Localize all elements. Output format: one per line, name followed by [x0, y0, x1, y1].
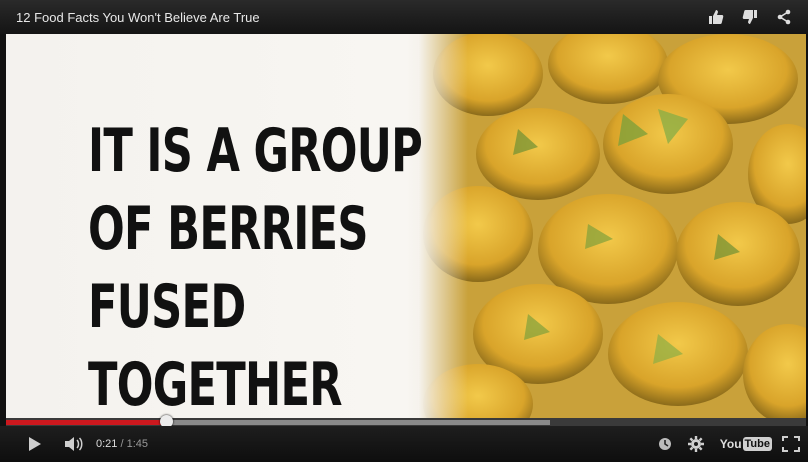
logo-tube: Tube — [742, 437, 772, 451]
clock-icon — [658, 438, 671, 450]
caption-line: TOGETHER — [88, 350, 343, 418]
video-frame[interactable]: IT IS A GROUP OF BERRIES FUSED TOGETHER — [6, 34, 806, 418]
fullscreen-button[interactable] — [782, 436, 800, 452]
volume-button[interactable] — [64, 436, 84, 452]
settings-button[interactable] — [687, 436, 704, 452]
youtube-logo[interactable]: You Tube — [720, 437, 772, 451]
time-display: 0:21 / 1:45 — [96, 438, 148, 450]
title-bar: 12 Food Facts You Won't Believe Are True — [0, 0, 808, 34]
thumbs-up-icon[interactable] — [706, 7, 726, 27]
play-icon — [29, 437, 41, 451]
caption-line: OF BERRIES — [88, 194, 368, 264]
time-separator: / — [117, 438, 127, 450]
control-bar: 0:21 / 1:45 You Tube — [0, 426, 808, 462]
share-icon[interactable] — [774, 7, 794, 27]
watch-later-button[interactable] — [658, 437, 672, 451]
fullscreen-icon — [782, 436, 800, 452]
top-actions — [706, 7, 794, 27]
video-title[interactable]: 12 Food Facts You Won't Believe Are True — [16, 10, 706, 25]
volume-icon — [65, 437, 83, 451]
video-caption: IT IS A GROUP OF BERRIES FUSED TOGETHER — [88, 112, 423, 418]
gear-icon — [687, 436, 704, 452]
thumbs-down-icon[interactable] — [740, 7, 760, 27]
progress-played — [6, 420, 166, 425]
caption-line: FUSED — [88, 272, 246, 342]
progress-bar[interactable] — [6, 415, 806, 428]
play-button[interactable] — [26, 436, 42, 452]
pineapple-image — [418, 34, 806, 418]
logo-you: You — [719, 437, 742, 451]
duration: 1:45 — [126, 438, 149, 450]
video-player[interactable]: 12 Food Facts You Won't Believe Are True — [0, 0, 808, 462]
current-time: 0:21 — [96, 438, 118, 450]
caption-line: IT IS A GROUP — [88, 116, 423, 186]
